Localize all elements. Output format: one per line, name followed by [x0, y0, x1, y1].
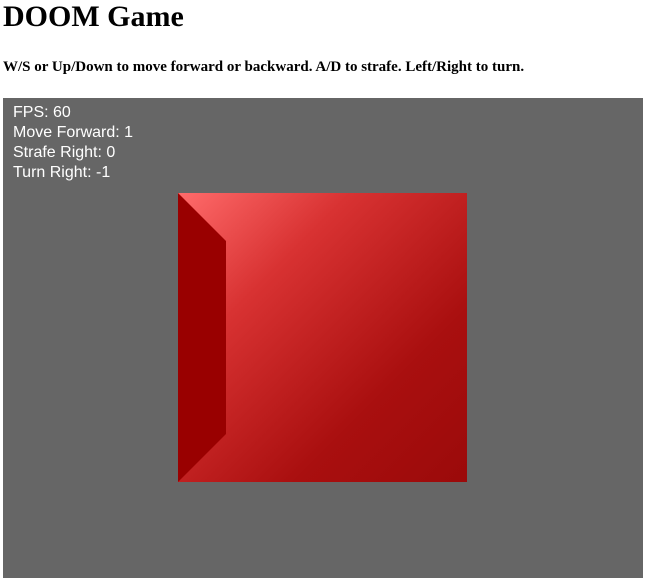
strafe-right-readout: Strafe Right0 [13, 143, 133, 163]
turn-right-readout: Turn Right-1 [13, 163, 133, 183]
move-forward-value: 1 [124, 124, 134, 141]
page-title: DOOM Game [3, 0, 184, 33]
turn-right-value: -1 [96, 164, 111, 181]
fps-readout: FPS60 [13, 103, 133, 123]
debug-hud: FPS60 Move Forward1 Strafe Right0 Turn R… [13, 103, 133, 183]
turn-right-label: Turn Right [13, 164, 96, 181]
controls-instructions: W/S or Up/Down to move forward or backwa… [3, 59, 525, 75]
move-forward-label: Move Forward [13, 124, 124, 141]
move-forward-readout: Move Forward1 [13, 123, 133, 143]
game-viewport[interactable]: FPS60 Move Forward1 Strafe Right0 Turn R… [3, 98, 643, 578]
page: DOOM Game W/S or Up/Down to move forward… [0, 0, 646, 582]
wall-block-side-face [178, 193, 226, 482]
strafe-right-value: 0 [106, 144, 116, 161]
strafe-right-label: Strafe Right [13, 144, 106, 161]
fps-value: 60 [53, 104, 71, 121]
fps-label: FPS [13, 104, 53, 121]
